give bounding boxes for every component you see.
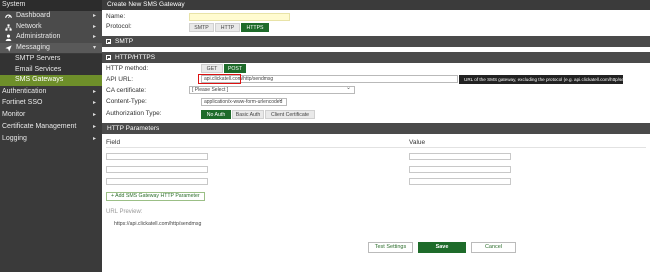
section-title: HTTP Parameters xyxy=(107,125,160,132)
auth-client-certificate-button[interactable]: Client Certificate xyxy=(265,110,315,119)
sidebar-item-label: Messaging xyxy=(16,43,50,51)
collapse-icon xyxy=(106,55,111,60)
http-section-header[interactable]: HTTP/HTTPS xyxy=(102,52,650,63)
chevron-right-icon: ▸ xyxy=(92,100,96,106)
sidebar-item-certificate-management[interactable]: Certificate Management ▸ xyxy=(0,122,102,133)
content-type-label: Content-Type: xyxy=(106,98,147,105)
param-value-input[interactable] xyxy=(409,153,511,160)
param-field-input[interactable] xyxy=(106,178,208,185)
sidebar-item-label: Fortinet SSO xyxy=(2,99,43,106)
sidebar-item-email-services[interactable]: Email Services xyxy=(0,64,102,75)
sidebar-item-label: Certificate Management xyxy=(2,123,77,130)
main-panel: Create New SMS Gateway Name: Protocol: S… xyxy=(102,0,650,272)
section-title: HTTP/HTTPS xyxy=(115,54,156,61)
save-button[interactable]: Save xyxy=(418,242,466,253)
protocol-smtp-button[interactable]: SMTP xyxy=(189,23,214,32)
sidebar-item-fortinet-sso[interactable]: Fortinet SSO ▸ xyxy=(0,98,102,109)
http-method-toggle: GET POST xyxy=(201,64,247,73)
sidebar-item-label: Authentication xyxy=(2,88,47,95)
ca-certificate-label: CA certificate: xyxy=(106,87,147,94)
param-value-input[interactable] xyxy=(409,178,511,185)
chevron-right-icon: ▸ xyxy=(92,136,96,142)
chevron-right-icon: ▸ xyxy=(92,111,96,118)
protocol-https-button[interactable]: HTTPS xyxy=(241,23,269,32)
sidebar-item-label: SMS Gateways xyxy=(15,76,64,83)
sidebar-item-logging[interactable]: Logging ▸ xyxy=(0,134,102,145)
param-value-input[interactable] xyxy=(409,166,511,173)
sidebar-item-label: Network xyxy=(16,22,42,30)
expand-icon xyxy=(106,39,111,44)
sidebar-item-label: System xyxy=(2,1,26,8)
divider xyxy=(106,147,646,148)
param-field-input[interactable] xyxy=(106,153,208,160)
ca-certificate-select[interactable]: [ Please Select ] xyxy=(189,86,355,94)
sidebar-item-authentication[interactable]: Authentication ▸ xyxy=(0,87,102,98)
add-parameter-button[interactable]: + Add SMS Gateway HTTP Parameter xyxy=(106,192,205,201)
url-preview-label: URL Preview: xyxy=(106,209,143,215)
sidebar-item-dashboard[interactable]: Dashboard ▸ xyxy=(0,11,102,22)
sidebar-item-system[interactable]: System xyxy=(0,0,102,11)
api-url-tooltip: URL of the SMS gateway, excluding the pr… xyxy=(459,75,640,84)
smtp-section-header[interactable]: SMTP xyxy=(102,36,650,47)
param-field-input[interactable] xyxy=(106,166,208,173)
method-get-button[interactable]: GET xyxy=(201,64,223,73)
auth-none-button[interactable]: No Auth xyxy=(201,110,231,119)
sidebar-item-label: Administration xyxy=(16,33,61,40)
sidebar-item-monitor[interactable]: Monitor ▸ xyxy=(0,110,102,121)
send-icon xyxy=(5,44,12,52)
sidebar-item-label: SMTP Servers xyxy=(15,55,61,62)
user-icon xyxy=(5,34,12,41)
value-column-header: Value xyxy=(409,139,426,146)
url-preview-value: https://api.clickatell.com/http/sendmsg xyxy=(114,221,202,227)
sidebar-item-messaging[interactable]: Messaging ▾ xyxy=(0,42,102,53)
name-label: Name: xyxy=(106,13,126,20)
sidebar-item-label: Logging xyxy=(2,135,27,142)
protocol-label: Protocol: xyxy=(106,23,132,30)
http-parameters-header: HTTP Parameters xyxy=(102,123,650,134)
content-type-select[interactable]: application/x-www-form-urlencoded xyxy=(201,98,287,106)
page-title: Create New SMS Gateway xyxy=(102,0,650,10)
sidebar: System Dashboard ▸ Network ▸ Administrat… xyxy=(0,0,102,272)
chevron-right-icon: ▸ xyxy=(92,34,96,40)
chevron-right-icon: ▸ xyxy=(92,23,96,30)
test-settings-button[interactable]: Test Settings xyxy=(368,242,413,253)
method-post-button[interactable]: POST xyxy=(224,64,246,73)
chevron-right-icon: ▸ xyxy=(92,89,96,95)
chevron-right-icon: ▸ xyxy=(92,13,96,19)
sidebar-item-smtp-servers[interactable]: SMTP Servers xyxy=(0,54,102,65)
highlight-box xyxy=(198,74,241,84)
api-url-label: API URL: xyxy=(106,76,134,83)
sidebar-item-sms-gateways[interactable]: SMS Gateways xyxy=(0,75,102,86)
chevron-right-icon: ▸ xyxy=(92,124,96,130)
authorization-type-label: Authorization Type: xyxy=(106,110,162,117)
section-title: SMTP xyxy=(115,38,134,45)
auth-basic-button[interactable]: Basic Auth xyxy=(232,110,264,119)
sidebar-item-label: Dashboard xyxy=(16,12,51,19)
field-column-header: Field xyxy=(106,139,121,146)
chevron-down-icon: ▾ xyxy=(92,44,96,51)
api-url-path: /http/sendmsg xyxy=(241,76,274,82)
network-icon xyxy=(5,23,12,31)
protocol-http-button[interactable]: HTTP xyxy=(215,23,240,32)
http-method-label: HTTP method: xyxy=(106,65,149,72)
sidebar-item-administration[interactable]: Administration ▸ xyxy=(0,32,102,43)
dashboard-icon xyxy=(5,14,12,19)
cancel-button[interactable]: Cancel xyxy=(471,242,516,253)
authorization-type-toggle: No Auth Basic Auth Client Certificate xyxy=(201,110,316,119)
sidebar-item-label: Monitor xyxy=(2,110,26,118)
name-field[interactable] xyxy=(189,13,290,21)
sidebar-item-label: Email Services xyxy=(15,65,62,73)
sidebar-item-network[interactable]: Network ▸ xyxy=(0,21,102,32)
protocol-toggle: SMTP HTTP HTTPS xyxy=(189,23,270,32)
